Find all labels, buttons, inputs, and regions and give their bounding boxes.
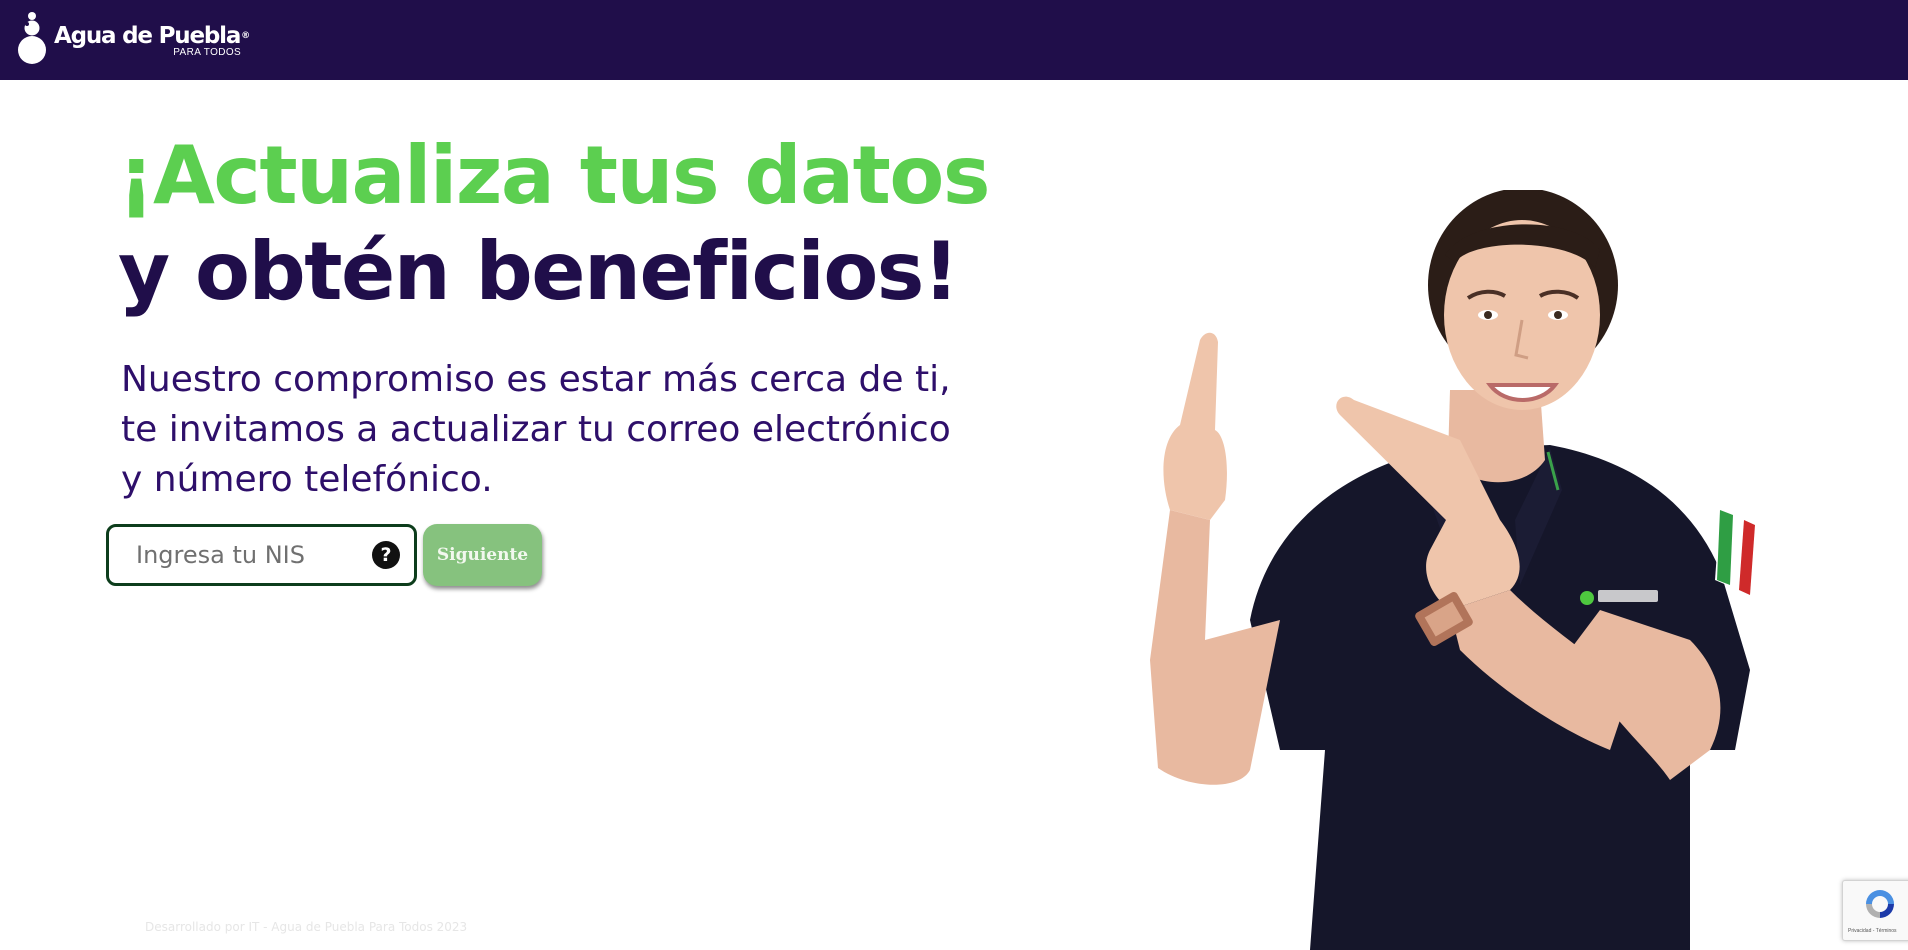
intro-line-2: te invitamos a actualizar tu correo elec… bbox=[121, 409, 951, 450]
woman-pointing-photo bbox=[1150, 190, 1755, 950]
headline-line-1: ¡Actualiza tus datos bbox=[118, 129, 990, 222]
nis-field-container: ? bbox=[106, 524, 417, 586]
nis-input[interactable] bbox=[109, 527, 359, 583]
headline-line-2: y obtén beneficios! bbox=[118, 225, 959, 318]
footer-credit: Desarrollado por IT - Agua de Puebla Par… bbox=[145, 920, 468, 934]
logo-text: Agua de Puebla bbox=[54, 23, 241, 49]
registered-mark: ® bbox=[241, 31, 251, 41]
recaptcha-links[interactable]: Privacidad - Términos bbox=[1848, 928, 1897, 934]
intro-line-1: Nuestro compromiso es estar más cerca de… bbox=[121, 359, 951, 400]
recaptcha-icon bbox=[1866, 890, 1894, 918]
top-navigation-bar: Agua de Puebla® PARA TODOS bbox=[0, 0, 1908, 80]
recaptcha-badge[interactable]: Privacidad - Términos bbox=[1842, 880, 1908, 941]
agua-de-puebla-logo[interactable]: Agua de Puebla® PARA TODOS bbox=[18, 10, 250, 66]
question-circle-icon[interactable]: ? bbox=[372, 541, 400, 569]
siguiente-button[interactable]: Siguiente bbox=[423, 524, 542, 586]
intro-paragraph: Nuestro compromiso es estar más cerca de… bbox=[121, 355, 951, 505]
water-drop-logo-icon bbox=[18, 12, 46, 64]
intro-line-3: y número telefónico. bbox=[121, 459, 493, 500]
